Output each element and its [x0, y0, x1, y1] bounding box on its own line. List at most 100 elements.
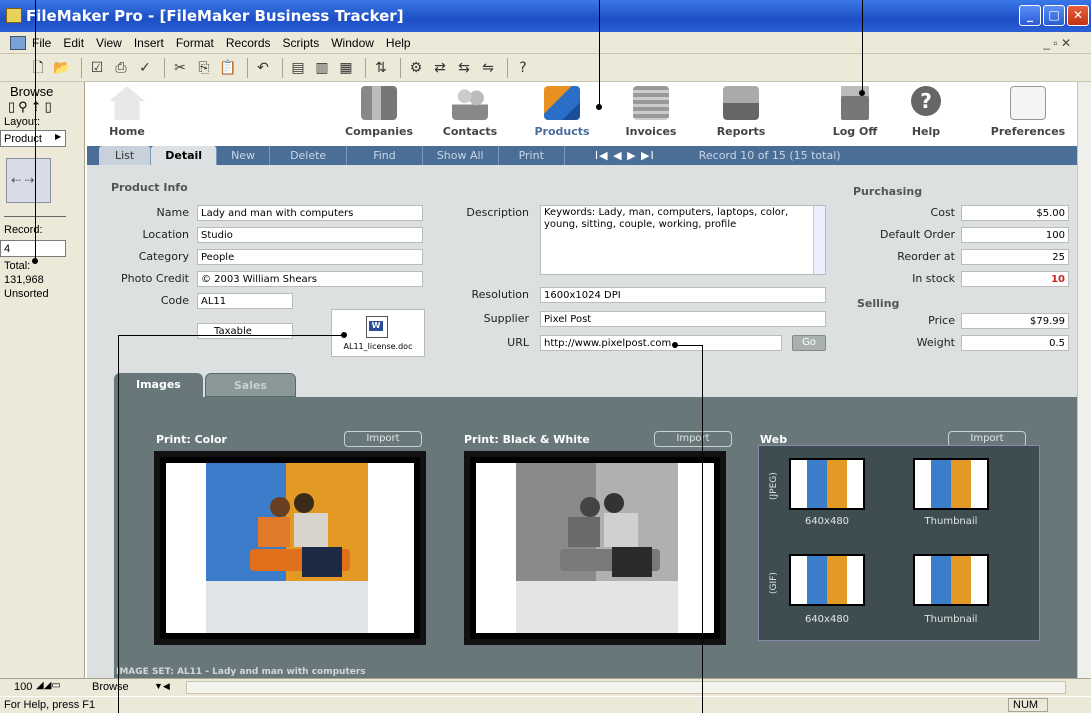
- cut-icon[interactable]: ✂: [170, 59, 190, 77]
- weight-field[interactable]: 0.5: [961, 335, 1069, 351]
- reorder-field[interactable]: 25: [961, 249, 1069, 265]
- undo-icon[interactable]: ↶: [253, 59, 273, 77]
- toolbar-separator: [365, 57, 366, 78]
- doc-filename: AL11_license.doc: [343, 342, 413, 351]
- menu-scripts[interactable]: Scripts: [283, 36, 320, 50]
- nav-contacts[interactable]: Contacts: [435, 82, 505, 146]
- import-bw-button[interactable]: Import: [654, 431, 732, 447]
- supplier-field[interactable]: Pixel Post: [540, 311, 826, 327]
- new-button[interactable]: New: [217, 146, 271, 165]
- location-field[interactable]: Studio: [197, 227, 423, 243]
- jpeg-thumbnail-label: Thumbnail: [924, 516, 978, 527]
- description-scrollbar[interactable]: [813, 206, 825, 274]
- nav-invoices[interactable]: Invoices: [617, 82, 685, 146]
- tab-sales[interactable]: Sales: [204, 373, 296, 397]
- status-row: 100 ◢◢▭ Browse ▼◀: [0, 678, 1091, 696]
- nav-companies[interactable]: Companies: [339, 82, 419, 146]
- gif-thumbnail[interactable]: [913, 554, 989, 606]
- photo-credit-field[interactable]: © 2003 William Shears: [197, 271, 423, 287]
- code-label: Code: [160, 294, 189, 307]
- print-button[interactable]: Print: [499, 146, 565, 165]
- share2-icon[interactable]: ⇆: [454, 59, 474, 77]
- paste-icon[interactable]: 📋: [218, 59, 238, 77]
- print-color-title: Print: Color: [156, 433, 227, 446]
- gif-thumbnail-label: Thumbnail: [924, 614, 978, 625]
- vertical-scrollbar[interactable]: [1077, 82, 1091, 678]
- in-stock-field[interactable]: 10: [961, 271, 1069, 287]
- nav-preferences[interactable]: Preferences: [983, 82, 1073, 146]
- tab-detail[interactable]: Detail: [151, 146, 218, 165]
- description-field[interactable]: Keywords: Lady, man, computers, laptops,…: [540, 205, 826, 275]
- define-icon[interactable]: ⚙: [406, 59, 426, 77]
- go-button[interactable]: Go: [792, 335, 826, 351]
- menu-help[interactable]: Help: [386, 36, 411, 50]
- duplicate-record-icon[interactable]: ▥: [312, 59, 332, 77]
- mode-popup[interactable]: Browse: [92, 681, 129, 693]
- location-label: Location: [142, 228, 189, 241]
- mode-tools[interactable]: ▯⚲⇡▯: [8, 99, 55, 115]
- close-button[interactable]: ✕: [1067, 5, 1089, 26]
- nav-help[interactable]: ? Help: [901, 82, 951, 146]
- zoom-icons[interactable]: ◢◢▭: [36, 680, 61, 691]
- nav-home[interactable]: Home: [97, 82, 157, 146]
- nav-products[interactable]: Products: [527, 82, 597, 146]
- name-label: Name: [156, 206, 189, 219]
- toolbar-separator: [81, 57, 82, 78]
- menu-window[interactable]: Window: [331, 36, 374, 50]
- toolbar-separator: [507, 57, 508, 78]
- url-field[interactable]: http://www.pixelpost.com: [540, 335, 782, 351]
- gif-640-thumb[interactable]: [789, 554, 865, 606]
- toolbar-separator: [164, 57, 165, 78]
- jpeg-thumbnail[interactable]: [913, 458, 989, 510]
- menu-edit[interactable]: Edit: [63, 36, 84, 50]
- find-button[interactable]: Find: [347, 146, 423, 165]
- chevron-down-icon[interactable]: ▼◀: [154, 681, 170, 692]
- new-record-icon[interactable]: ▤: [288, 59, 308, 77]
- document-icon[interactable]: [10, 35, 26, 50]
- record-navigation[interactable]: I◀ ◀ ▶ ▶I: [565, 146, 685, 165]
- tab-images[interactable]: Images: [114, 373, 203, 397]
- sort-icon[interactable]: ⇅: [371, 59, 391, 77]
- name-field[interactable]: Lady and man with computers: [197, 205, 423, 221]
- show-all-button[interactable]: Show All: [423, 146, 499, 165]
- book-icon[interactable]: ⇠ ⇢: [6, 158, 51, 203]
- mdi-controls[interactable]: _ ▫ ✕: [1043, 36, 1071, 50]
- open-icon[interactable]: 📂: [52, 59, 72, 77]
- delete-record-icon[interactable]: ▦: [336, 59, 356, 77]
- category-field[interactable]: People: [197, 249, 423, 265]
- nav-log-off[interactable]: Log Off: [827, 82, 883, 146]
- spellcheck-icon[interactable]: ✓: [135, 59, 155, 77]
- share-icon[interactable]: ⇄: [430, 59, 450, 77]
- price-field[interactable]: $79.99: [961, 313, 1069, 329]
- menu-insert[interactable]: Insert: [134, 36, 164, 50]
- bw-photo: [464, 451, 726, 645]
- copy-icon[interactable]: ⎘: [194, 59, 214, 77]
- horizontal-scrollbar[interactable]: [186, 681, 1066, 694]
- print-icon[interactable]: ⎙: [111, 59, 131, 77]
- cost-field[interactable]: $5.00: [961, 205, 1069, 221]
- default-order-field[interactable]: 100: [961, 227, 1069, 243]
- delete-button[interactable]: Delete: [270, 146, 348, 165]
- resolution-field[interactable]: 1600x1024 DPI: [540, 287, 826, 303]
- jpeg-640-thumb[interactable]: [789, 458, 865, 510]
- help-icon[interactable]: ?: [513, 59, 533, 77]
- code-field[interactable]: AL11: [197, 293, 293, 309]
- checkbox-icon[interactable]: ☑: [87, 59, 107, 77]
- coins-icon: [633, 86, 669, 120]
- nav-reports[interactable]: Reports: [709, 82, 773, 146]
- menu-format[interactable]: Format: [176, 36, 214, 50]
- zoom-level[interactable]: 100: [14, 681, 32, 693]
- app-icon: [6, 8, 22, 23]
- menu-records[interactable]: Records: [226, 36, 271, 50]
- import-color-button[interactable]: Import: [344, 431, 422, 447]
- tab-list[interactable]: List: [99, 146, 152, 165]
- network-icon[interactable]: ⇋: [478, 59, 498, 77]
- maximize-button[interactable]: □: [1043, 5, 1065, 26]
- menu-view[interactable]: View: [96, 36, 122, 50]
- minimize-button[interactable]: _: [1019, 5, 1041, 26]
- record-number-input[interactable]: 4: [0, 240, 66, 257]
- taxable-field[interactable]: Taxable: [197, 323, 293, 339]
- new-file-icon[interactable]: 🗋: [28, 59, 48, 77]
- cost-label: Cost: [930, 206, 955, 219]
- image-tabs: Images Sales: [114, 373, 298, 397]
